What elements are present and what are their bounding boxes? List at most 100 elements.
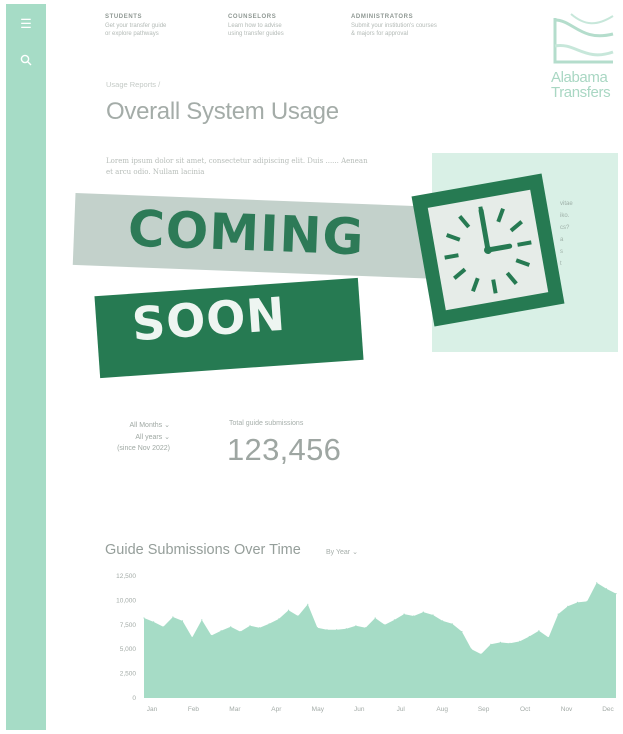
x-tick-label: Jun xyxy=(354,706,365,713)
data-point xyxy=(230,626,232,628)
y-tick-label: 5,000 xyxy=(120,646,137,653)
data-point xyxy=(615,593,617,595)
data-point xyxy=(316,627,318,629)
x-tick-label: Sep xyxy=(478,706,490,713)
data-point xyxy=(239,631,241,633)
nav-students-title: STUDENTS xyxy=(105,14,143,20)
data-point xyxy=(143,617,145,619)
data-point xyxy=(297,615,299,617)
submissions-area-series xyxy=(144,582,616,698)
y-tick-label: 12,500 xyxy=(116,573,136,580)
data-point xyxy=(336,629,338,631)
filter-group: All Months ⌄ All years ⌄ (since Nov 2022… xyxy=(90,420,170,453)
data-point xyxy=(201,619,203,621)
alabama-transfers-logo[interactable]: Alabama Transfers xyxy=(551,12,617,102)
data-point xyxy=(528,635,530,638)
data-point xyxy=(172,616,174,618)
logo-text-line2: Transfers xyxy=(551,84,611,101)
search-icon[interactable] xyxy=(18,54,34,70)
nav-counselors[interactable]: COUNSELORS Learn how to advise using tra… xyxy=(228,14,348,38)
y-tick-label: 2,500 xyxy=(120,671,137,678)
data-point xyxy=(499,641,501,643)
data-point xyxy=(181,620,184,622)
soon-text: SOON xyxy=(130,286,288,352)
data-point xyxy=(326,629,328,631)
data-point xyxy=(432,614,434,616)
coming-text: COMING xyxy=(126,199,366,267)
y-tick-label: 0 xyxy=(132,695,136,702)
x-tick-label: Jul xyxy=(397,706,406,713)
data-point xyxy=(519,640,521,642)
data-point xyxy=(567,605,569,607)
data-point xyxy=(278,618,280,620)
data-point xyxy=(509,642,511,644)
data-point xyxy=(162,626,164,628)
data-point xyxy=(451,623,453,625)
nav-administrators-title: ADMINISTRATORS xyxy=(351,14,414,20)
data-point xyxy=(557,613,559,615)
x-tick-label: May xyxy=(312,706,325,713)
data-point xyxy=(470,648,473,650)
x-tick-label: Feb xyxy=(188,706,200,713)
nav-counselors-title: COUNSELORS xyxy=(228,14,277,20)
sidebar: ☰ xyxy=(6,4,46,730)
data-point xyxy=(268,623,270,625)
data-point xyxy=(355,625,357,627)
total-label: Total guide submissions xyxy=(229,420,304,427)
data-point xyxy=(576,601,579,603)
x-tick-label: Jan xyxy=(147,706,158,713)
data-point xyxy=(422,611,424,613)
data-point xyxy=(287,609,290,611)
menu-icon[interactable]: ☰ xyxy=(18,16,34,32)
months-dropdown[interactable]: All Months ⌄ xyxy=(90,420,171,432)
data-point xyxy=(374,617,376,619)
data-point xyxy=(191,636,193,639)
x-tick-label: Mar xyxy=(229,706,241,713)
clock-tick xyxy=(517,240,532,247)
data-point xyxy=(480,653,482,655)
data-point xyxy=(384,624,386,626)
data-point xyxy=(365,627,367,629)
data-point xyxy=(249,625,251,627)
data-point xyxy=(259,627,261,629)
period-dropdown[interactable]: By Year ⌄ xyxy=(326,548,358,556)
clock-tick xyxy=(444,253,459,260)
data-point xyxy=(596,582,598,584)
submissions-area-chart: 12,500 10,000 7,500 5,000 2,500 0 Jan Feb Mar Apr… xyxy=(116,573,617,713)
data-point xyxy=(220,630,222,632)
data-point xyxy=(538,630,540,632)
data-point xyxy=(490,643,492,645)
data-point xyxy=(442,620,444,622)
clock-tick xyxy=(491,279,498,294)
intro-paragraph: Lorem ipsum dolor sit amet, consectetur … xyxy=(106,157,368,176)
years-dropdown[interactable]: All years ⌄ xyxy=(90,432,170,444)
data-point xyxy=(586,600,588,602)
chart-title: Guide Submissions Over Time xyxy=(105,542,301,558)
date-range-note: (since Nov 2022) xyxy=(117,445,170,452)
y-tick-label: 10,000 xyxy=(116,597,136,604)
data-point xyxy=(548,636,550,639)
clock-icon xyxy=(411,173,565,327)
data-point xyxy=(345,628,347,630)
total-value: 123,456 xyxy=(227,432,342,467)
nav-students[interactable]: STUDENTS Get your transfer guide or expl… xyxy=(105,14,225,38)
x-tick-label: Oct xyxy=(520,706,530,713)
top-navigation: STUDENTS Get your transfer guide or expl… xyxy=(105,14,473,48)
nav-students-desc: Get your transfer guide or explore pathw… xyxy=(105,23,167,37)
nav-counselors-desc: Learn how to advise using transfer guide… xyxy=(228,23,284,37)
data-point xyxy=(461,631,463,633)
x-tick-label: Nov xyxy=(561,706,573,713)
x-tick-label: Apr xyxy=(271,706,282,713)
logo-mark-icon xyxy=(553,13,614,64)
logo-text-line1: Alabama xyxy=(551,69,608,86)
data-point xyxy=(210,634,212,637)
data-point xyxy=(605,588,607,590)
x-tick-label: Aug xyxy=(436,706,448,713)
breadcrumb[interactable]: Usage Reports / xyxy=(106,80,160,89)
data-point xyxy=(307,603,309,605)
data-point xyxy=(393,619,395,621)
nav-administrators[interactable]: ADMINISTRATORS Submit your institution's… xyxy=(351,14,481,38)
page-title: Overall System Usage xyxy=(106,98,339,125)
data-point xyxy=(153,621,155,623)
x-tick-label: Dec xyxy=(602,706,614,713)
